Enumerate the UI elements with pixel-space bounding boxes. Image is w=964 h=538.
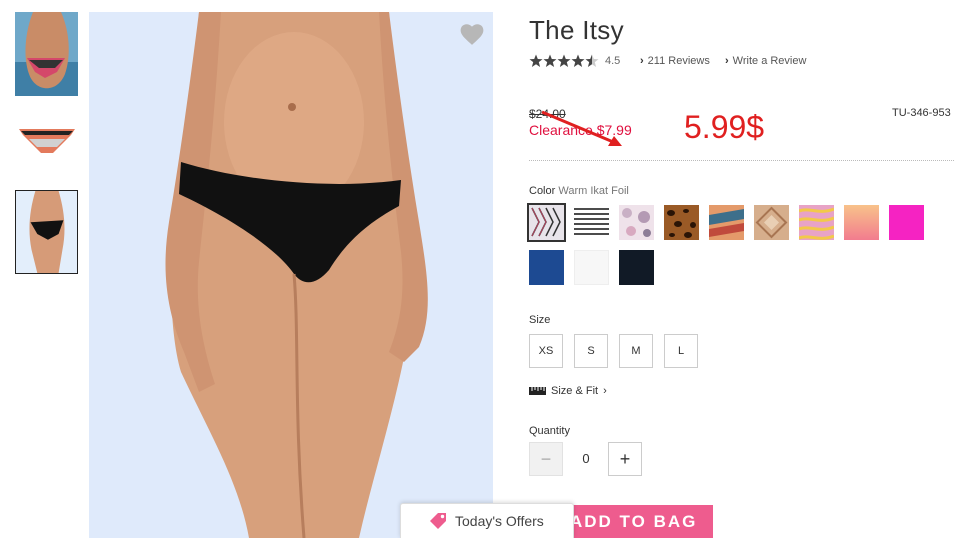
main-product-image bbox=[89, 12, 493, 538]
reviews-link-label: 211 Reviews bbox=[647, 55, 710, 67]
annotation-arrow bbox=[541, 110, 622, 146]
add-to-bag-button[interactable]: ADD TO BAG bbox=[560, 505, 713, 538]
product-title: The Itsy bbox=[529, 15, 624, 45]
reviews-link[interactable]: › 211 Reviews bbox=[640, 55, 710, 67]
chevron-right-icon: › bbox=[725, 55, 729, 67]
write-review-label: Write a Review bbox=[732, 55, 807, 67]
quantity-increase-button[interactable]: + bbox=[608, 442, 642, 476]
swatch-coral-ombre[interactable] bbox=[844, 205, 879, 240]
size-fit-label: Size & Fit bbox=[551, 385, 599, 397]
star-icon bbox=[529, 54, 543, 67]
size-option-m[interactable]: M bbox=[619, 334, 653, 368]
swatch-black[interactable] bbox=[619, 250, 654, 285]
quantity-decrease-button[interactable]: − bbox=[529, 442, 563, 476]
swatch-leopard[interactable] bbox=[664, 205, 699, 240]
annotation-price: 5.99$ bbox=[684, 109, 765, 145]
chevron-right-icon: › bbox=[603, 385, 607, 397]
heart-icon[interactable] bbox=[459, 22, 485, 46]
size-option-xs[interactable]: XS bbox=[529, 334, 563, 368]
swatch-warm-ikat-foil[interactable] bbox=[527, 203, 566, 242]
thumbnail-back-view[interactable] bbox=[15, 12, 78, 96]
swatch-stripe[interactable] bbox=[574, 205, 609, 240]
add-to-bag-label: ADD TO BAG bbox=[570, 511, 698, 531]
product-sku: TU-346-953 bbox=[892, 107, 951, 119]
swatch-warm-abstract[interactable] bbox=[709, 205, 744, 240]
swatch-tan-geo[interactable] bbox=[754, 205, 789, 240]
size-option-l[interactable]: L bbox=[664, 334, 698, 368]
quantity-value[interactable]: 0 bbox=[576, 451, 596, 466]
todays-offers-label: Today's Offers bbox=[455, 513, 544, 529]
color-label-text: Color bbox=[529, 185, 556, 197]
star-icon bbox=[571, 54, 585, 67]
chevron-right-icon: › bbox=[640, 55, 644, 67]
write-review-link[interactable]: › Write a Review bbox=[725, 55, 806, 67]
color-label: Color Warm Ikat Foil bbox=[529, 185, 629, 197]
swatch-pink-floral[interactable] bbox=[619, 205, 654, 240]
ruler-icon bbox=[529, 387, 546, 395]
size-fit-link[interactable]: Size & Fit › bbox=[529, 385, 607, 397]
size-option-s[interactable]: S bbox=[574, 334, 608, 368]
star-icon bbox=[543, 54, 557, 67]
star-icon bbox=[557, 54, 571, 67]
rating-value: 4.5 bbox=[605, 55, 621, 67]
swatch-white[interactable] bbox=[574, 250, 609, 285]
selected-color-name: Warm Ikat Foil bbox=[558, 185, 629, 197]
swatch-navy[interactable] bbox=[529, 250, 564, 285]
size-label: Size bbox=[529, 314, 551, 326]
rating-stars bbox=[529, 54, 599, 67]
half-star-icon bbox=[585, 54, 599, 67]
quantity-label: Quantity bbox=[529, 425, 570, 437]
thumbnail-flat-view[interactable] bbox=[15, 113, 78, 167]
price-tag-icon bbox=[430, 513, 446, 529]
todays-offers-tab[interactable]: Today's Offers bbox=[400, 503, 574, 538]
swatch-zebra-pink[interactable] bbox=[798, 205, 835, 240]
divider bbox=[529, 160, 954, 161]
thumbnail-front-view[interactable] bbox=[15, 190, 78, 274]
swatch-hot-pink[interactable] bbox=[889, 205, 924, 240]
